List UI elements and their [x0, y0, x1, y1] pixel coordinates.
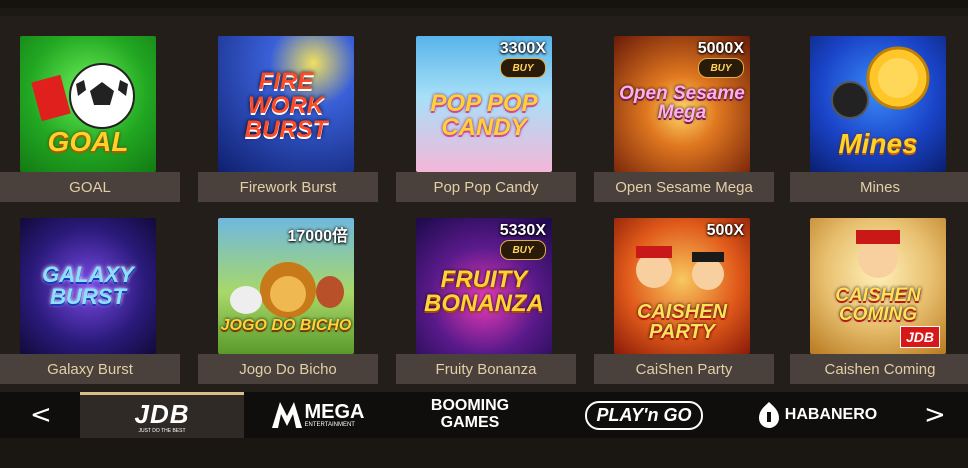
- game-thumbnail[interactable]: Mines: [810, 36, 946, 172]
- game-art-text: Mines: [838, 128, 918, 159]
- game-title[interactable]: Firework Burst: [198, 172, 378, 202]
- habanero-logo: HABANERO: [784, 406, 878, 423]
- multiplier-badge: 5000X: [697, 40, 744, 57]
- game-thumbnail[interactable]: 5000X BUY Open Sesame Mega: [614, 36, 750, 172]
- game-thumbnail[interactable]: 5330X BUY FRUITY BONANZA: [416, 218, 552, 354]
- game-title[interactable]: Open Sesame Mega: [594, 172, 774, 202]
- jdb-logo: JDB: [134, 399, 190, 429]
- game-thumbnail[interactable]: 500X CAISHEN PARTY: [614, 218, 750, 354]
- game-card-jogo-do-bicho[interactable]: 17000倍 JOGO DO BICHO Jogo Do Bicho: [198, 218, 378, 386]
- jdb-tagline: JUST DO THE BEST: [138, 428, 186, 434]
- provider-jdb[interactable]: JDB JUST DO THE BEST: [80, 392, 244, 438]
- provider-mega[interactable]: MEGA ENTERTAINMENT: [236, 392, 400, 438]
- game-title[interactable]: CaiShen Party: [594, 354, 774, 384]
- game-card-pop-pop-candy[interactable]: 3300X BUY POP POP CANDY Pop Pop Candy: [396, 36, 576, 204]
- multiplier-badge: 500X: [706, 222, 744, 239]
- booming-tagline: GAMES: [440, 414, 500, 431]
- multiplier-badge: 3300X: [499, 40, 546, 57]
- game-title[interactable]: Mines: [790, 172, 968, 202]
- game-title[interactable]: Fruity Bonanza: [396, 354, 576, 384]
- game-title[interactable]: GOAL: [0, 172, 180, 202]
- game-thumbnail[interactable]: CAISHEN COMING JDB: [810, 218, 946, 354]
- top-bar: [0, 0, 968, 8]
- habanero-logo-icon: [758, 402, 779, 428]
- game-art-text: POP POP CANDY: [430, 90, 538, 141]
- prev-arrow-icon[interactable]: <: [30, 400, 52, 430]
- playngo-logo: PLAY'n GO: [584, 400, 704, 430]
- game-art-text: Open Sesame Mega: [619, 83, 745, 123]
- game-art-text: JOGO DO BICHO: [220, 317, 352, 334]
- next-arrow-icon[interactable]: >: [924, 400, 946, 430]
- mega-logo-icon: [271, 402, 302, 428]
- provider-playngo[interactable]: PLAY'n GO: [562, 392, 726, 438]
- buy-feature-badge: BUY: [698, 58, 744, 78]
- game-thumbnail[interactable]: GALAXY BURST: [20, 218, 156, 354]
- game-art-text: FRUITY BONANZA: [424, 266, 544, 317]
- game-title[interactable]: Pop Pop Candy: [396, 172, 576, 202]
- game-card-goal[interactable]: GOAL GOAL: [0, 36, 180, 204]
- mega-logo: MEGA: [304, 401, 365, 423]
- game-art-text: CAISHEN PARTY: [636, 301, 727, 343]
- game-title[interactable]: Caishen Coming: [790, 354, 968, 384]
- game-art-text: GALAXY BURST: [42, 262, 134, 309]
- game-art-text: FIRE WORK BURST: [244, 68, 328, 143]
- game-thumbnail[interactable]: FIRE WORK BURST: [218, 36, 354, 172]
- footer-strip: [0, 438, 968, 468]
- provider-carousel: < JDB JUST DO THE BEST MEGA ENTERTAINMEN…: [0, 392, 968, 438]
- game-card-firework-burst[interactable]: FIRE WORK BURST Firework Burst: [198, 36, 378, 204]
- multiplier-badge: 17000倍: [287, 228, 349, 245]
- game-title[interactable]: Jogo Do Bicho: [198, 354, 378, 384]
- buy-feature-badge: BUY: [500, 240, 546, 260]
- game-card-open-sesame-mega[interactable]: 5000X BUY Open Sesame Mega Open Sesame M…: [594, 36, 774, 204]
- game-title[interactable]: Galaxy Burst: [0, 354, 180, 384]
- game-art-text: GOAL: [47, 126, 129, 157]
- game-card-galaxy-burst[interactable]: GALAXY BURST Galaxy Burst: [0, 218, 180, 386]
- game-thumbnail[interactable]: GOAL: [20, 36, 156, 172]
- game-thumbnail[interactable]: 17000倍 JOGO DO BICHO: [218, 218, 354, 354]
- game-card-caishen-coming[interactable]: CAISHEN COMING JDB Caishen Coming: [790, 218, 968, 386]
- buy-feature-badge: BUY: [500, 58, 546, 78]
- game-art-text: CAISHEN COMING: [835, 285, 921, 325]
- provider-booming[interactable]: BOOMING GAMES: [388, 392, 552, 438]
- game-card-fruity-bonanza[interactable]: 5330X BUY FRUITY BONANZA Fruity Bonanza: [396, 218, 576, 386]
- game-thumbnail[interactable]: 3300X BUY POP POP CANDY: [416, 36, 552, 172]
- provider-habanero[interactable]: HABANERO: [736, 392, 900, 438]
- game-card-mines[interactable]: Mines Mines: [790, 36, 968, 204]
- jdb-corner-badge: JDB: [899, 326, 940, 348]
- booming-logo: BOOMING: [430, 397, 510, 415]
- game-card-caishen-party[interactable]: 500X CAISHEN PARTY CaiShen Party: [594, 218, 774, 386]
- multiplier-badge: 5330X: [499, 222, 546, 239]
